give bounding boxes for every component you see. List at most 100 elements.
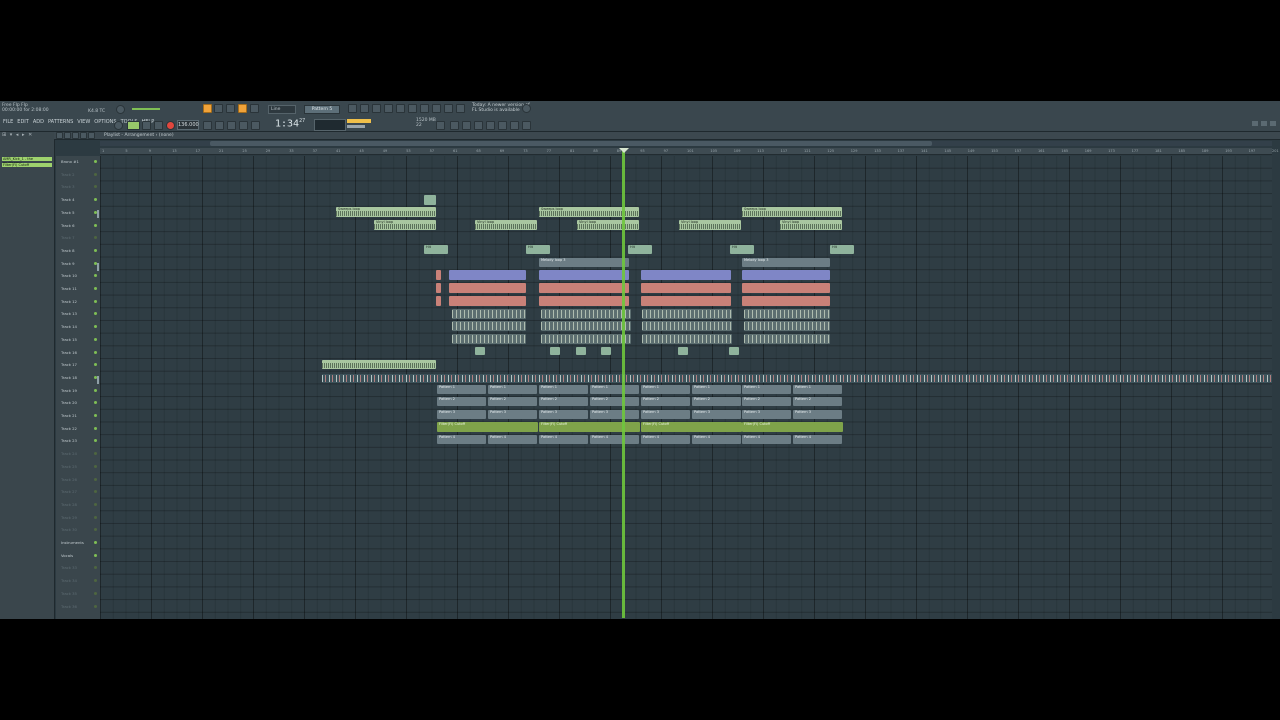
browser-icon[interactable] (396, 104, 405, 113)
playlist-clip[interactable]: Pattern 2 (641, 397, 690, 406)
playlist-clip[interactable]: Pattern 2 (692, 397, 741, 406)
track-header[interactable]: Track 6 (56, 220, 100, 232)
track-header[interactable]: Track 27 (56, 486, 100, 498)
playlist-clip[interactable] (642, 321, 732, 331)
playlist-clip[interactable] (449, 296, 526, 306)
track-header[interactable]: Track 18 (56, 372, 100, 384)
playlist-clip[interactable]: Pattern 4 (793, 435, 842, 444)
playlist-clip[interactable]: Pattern 2 (437, 397, 486, 406)
track-mute-led[interactable] (94, 388, 97, 392)
track-mute-led[interactable] (94, 172, 97, 176)
playlist-clip[interactable] (642, 334, 732, 344)
track-mute-led[interactable] (94, 477, 97, 481)
track-mute-led[interactable] (94, 325, 97, 329)
track-header[interactable]: Track 26 (56, 474, 100, 486)
plugin-picker-icon[interactable] (408, 104, 417, 113)
track-header[interactable]: Track 29 (56, 512, 100, 524)
track-mute-led[interactable] (94, 553, 97, 557)
browser-item[interactable]: AMR_Kick_1 - the multisamp (2, 157, 52, 165)
track-header[interactable]: Track 5 (56, 207, 100, 219)
track-header[interactable]: Track 25 (56, 461, 100, 473)
playlist-clip[interactable]: Pattern 3 (488, 410, 537, 419)
playhead[interactable] (622, 150, 625, 618)
track-mute-led[interactable] (94, 337, 97, 341)
playlist-clip[interactable] (452, 309, 526, 319)
playlist-clip[interactable]: Pattern 4 (590, 435, 639, 444)
playlist-clip[interactable] (436, 283, 441, 293)
track-mute-led[interactable] (94, 515, 97, 519)
track-mute-led[interactable] (94, 401, 97, 405)
help-icon[interactable] (474, 121, 483, 130)
playlist-clip[interactable]: Pattern 1 (590, 385, 639, 394)
playlist-clip[interactable] (744, 309, 830, 319)
track-header[interactable]: Track 12 (56, 296, 100, 308)
playlist-clip[interactable] (550, 347, 560, 355)
playhead-marker[interactable] (619, 148, 629, 153)
track-header[interactable]: Bronx #1 (56, 156, 100, 168)
master-volume-knob[interactable] (116, 105, 125, 114)
playlist-clip[interactable] (541, 309, 631, 319)
playlist-clip[interactable]: Pattern 3 (539, 410, 588, 419)
track-header[interactable]: Track 34 (56, 575, 100, 587)
track-header[interactable]: Track 36 (56, 601, 100, 613)
playlist-clip[interactable] (744, 321, 830, 331)
track-header[interactable]: Track 7 (56, 232, 100, 244)
playlist-clip[interactable]: Hit (730, 245, 754, 254)
playlist-clip[interactable] (742, 283, 830, 293)
track-header[interactable]: Track 19 (56, 385, 100, 397)
playlist-icon[interactable] (348, 104, 357, 113)
menu-add[interactable]: ADD (32, 119, 45, 125)
playlist-grid[interactable]: Sweeps loop Sweeps loop Sweeps loop Vinyl l… (100, 156, 1272, 619)
track-header[interactable]: Track 13 (56, 308, 100, 320)
track-header[interactable]: Track 20 (56, 397, 100, 409)
track-resize-grip[interactable] (97, 376, 99, 384)
playlist-clip[interactable]: Pattern 2 (742, 397, 791, 406)
track-mute-led[interactable] (94, 299, 97, 303)
playlist-clip[interactable]: Melody loop 3 (742, 258, 830, 267)
track-mute-led[interactable] (94, 198, 97, 202)
playlist-clip[interactable]: Pattern 1 (539, 385, 588, 394)
playlist-clip[interactable]: Pattern 4 (437, 435, 486, 444)
playlist-clip[interactable] (539, 270, 629, 280)
playlist-clip[interactable]: Pattern 1 (692, 385, 741, 394)
track-mute-led[interactable] (94, 160, 97, 163)
playlist-clip[interactable]: Hit (830, 245, 854, 254)
track-mute-led[interactable] (94, 312, 97, 316)
track-header[interactable]: Track 8 (56, 245, 100, 257)
mixer-icon[interactable] (384, 104, 393, 113)
playlist-clip[interactable] (322, 360, 436, 369)
playlist-clip[interactable] (601, 347, 611, 355)
countdown-icon[interactable] (227, 121, 236, 130)
playlist-clip[interactable]: Vinyl loop (679, 220, 741, 230)
playlist-clip[interactable]: Pattern 4 (692, 435, 741, 444)
playlist-clip[interactable]: Pattern 3 (437, 410, 486, 419)
track-header[interactable]: Track 21 (56, 410, 100, 422)
playlist-clip[interactable]: Filter(Fl) Cutoff (437, 422, 538, 432)
track-mute-led[interactable] (94, 439, 97, 443)
piano-roll-icon[interactable] (360, 104, 369, 113)
playlist-clip[interactable] (452, 334, 526, 344)
track-header[interactable]: Track 28 (56, 499, 100, 511)
track-header[interactable]: Vocals (56, 550, 100, 562)
timeline-ruler[interactable]: 1 5 9 13 17 21 25 29 33 37 41 45 49 53 57 61 65 69 73 77 81 8… (100, 148, 1279, 155)
tempo-display[interactable]: 136.000 (177, 120, 199, 130)
playlist-clip[interactable]: Hit (526, 245, 550, 254)
playlist-clip[interactable]: Pattern 2 (793, 397, 842, 406)
playlist-clip[interactable]: Pattern 1 (793, 385, 842, 394)
track-mute-led[interactable] (94, 363, 97, 367)
playlist-clip[interactable] (541, 334, 631, 344)
playlist-clip[interactable] (642, 309, 732, 319)
track-header[interactable]: Track 35 (56, 588, 100, 600)
playlist-clip[interactable] (742, 270, 830, 280)
playlist-clip[interactable]: Pattern 3 (641, 410, 690, 419)
song-mode-icon[interactable] (114, 121, 123, 130)
track-mute-led[interactable] (94, 541, 97, 544)
settings-icon[interactable] (510, 121, 519, 130)
draw-icon[interactable] (72, 132, 79, 139)
playlist-clip[interactable] (744, 334, 830, 344)
track-header[interactable]: Track 24 (56, 448, 100, 460)
playlist-clip[interactable] (436, 270, 441, 280)
news-icon[interactable] (522, 104, 531, 113)
playlist-clip[interactable] (729, 347, 739, 355)
cloud-icon[interactable] (456, 104, 465, 113)
